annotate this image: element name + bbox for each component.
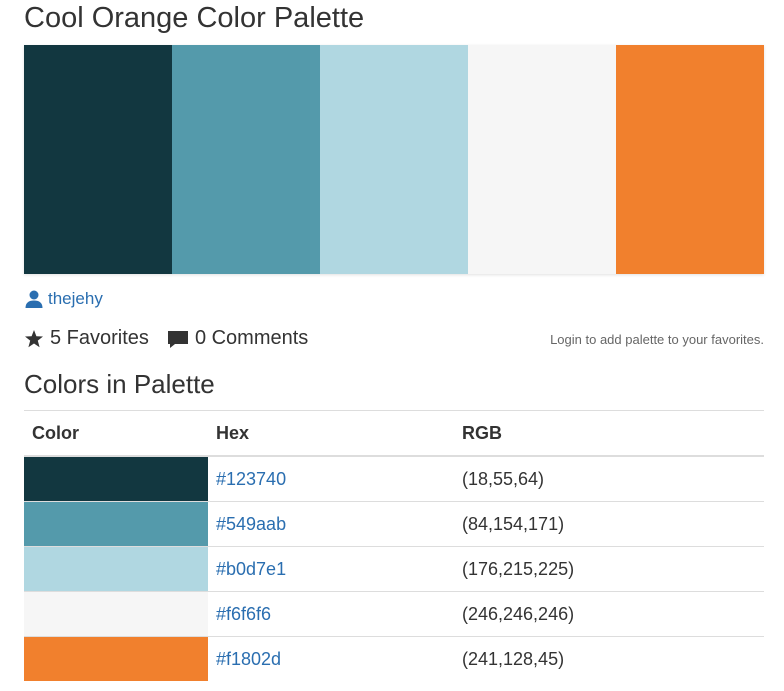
table-row: #f1802d (241,128,45) [24,636,764,681]
table-header-row: Color Hex RGB [24,410,764,457]
hex-link[interactable]: #b0d7e1 [216,559,286,579]
favorites-stat: 5 Favorites [24,327,149,350]
color-cell [24,546,208,592]
palette-swatch[interactable] [320,45,468,274]
section-title: Colors in Palette [24,369,215,399]
star-icon [25,329,43,347]
palette-swatch[interactable] [24,45,172,274]
table-row: #549aab (84,154,171) [24,501,764,547]
hex-cell: #123740 [208,455,454,502]
hex-link[interactable]: #549aab [216,514,286,534]
palette-strip [24,45,764,274]
table-row: #f6f6f6 (246,246,246) [24,591,764,637]
colors-table: Color Hex RGB #123740 (18,55,64) #549aab… [24,410,764,681]
user-icon [25,290,43,308]
author-name: thejehy [48,289,103,308]
hex-link[interactable]: #f6f6f6 [216,604,271,624]
color-swatch [24,547,208,591]
page-title: Cool Orange Color Palette [24,2,365,34]
table-row: #b0d7e1 (176,215,225) [24,546,764,592]
color-swatch [24,457,208,501]
author-link[interactable]: thejehy [24,289,103,309]
color-cell [24,591,208,637]
hex-cell: #549aab [208,501,454,547]
palette-stats: 5 Favorites 0 Comments [24,327,326,350]
rgb-cell: (84,154,171) [454,501,764,547]
palette-swatch[interactable] [172,45,320,274]
hex-link[interactable]: #f1802d [216,649,281,669]
column-header-hex: Hex [208,410,454,457]
comment-icon [167,330,188,348]
palette-swatch[interactable] [468,45,616,274]
hex-cell: #b0d7e1 [208,546,454,592]
color-swatch [24,637,208,681]
rgb-cell: (241,128,45) [454,636,764,681]
comments-stat: 0 Comments [167,327,308,350]
hex-link[interactable]: #123740 [216,469,286,489]
rgb-cell: (176,215,225) [454,546,764,592]
table-row: #123740 (18,55,64) [24,455,764,502]
column-header-rgb: RGB [454,410,764,457]
column-header-color: Color [24,410,208,457]
color-cell [24,636,208,681]
rgb-cell: (18,55,64) [454,455,764,502]
login-note: Login to add palette to your favorites. [550,332,764,347]
rgb-cell: (246,246,246) [454,591,764,637]
color-swatch [24,592,208,636]
comments-count: 0 Comments [194,327,309,349]
favorites-count: 5 Favorites [50,327,149,349]
hex-cell: #f1802d [208,636,454,681]
hex-cell: #f6f6f6 [208,591,454,637]
color-cell [24,501,208,547]
color-swatch [24,502,208,546]
color-cell [24,455,208,502]
palette-swatch[interactable] [616,45,764,274]
